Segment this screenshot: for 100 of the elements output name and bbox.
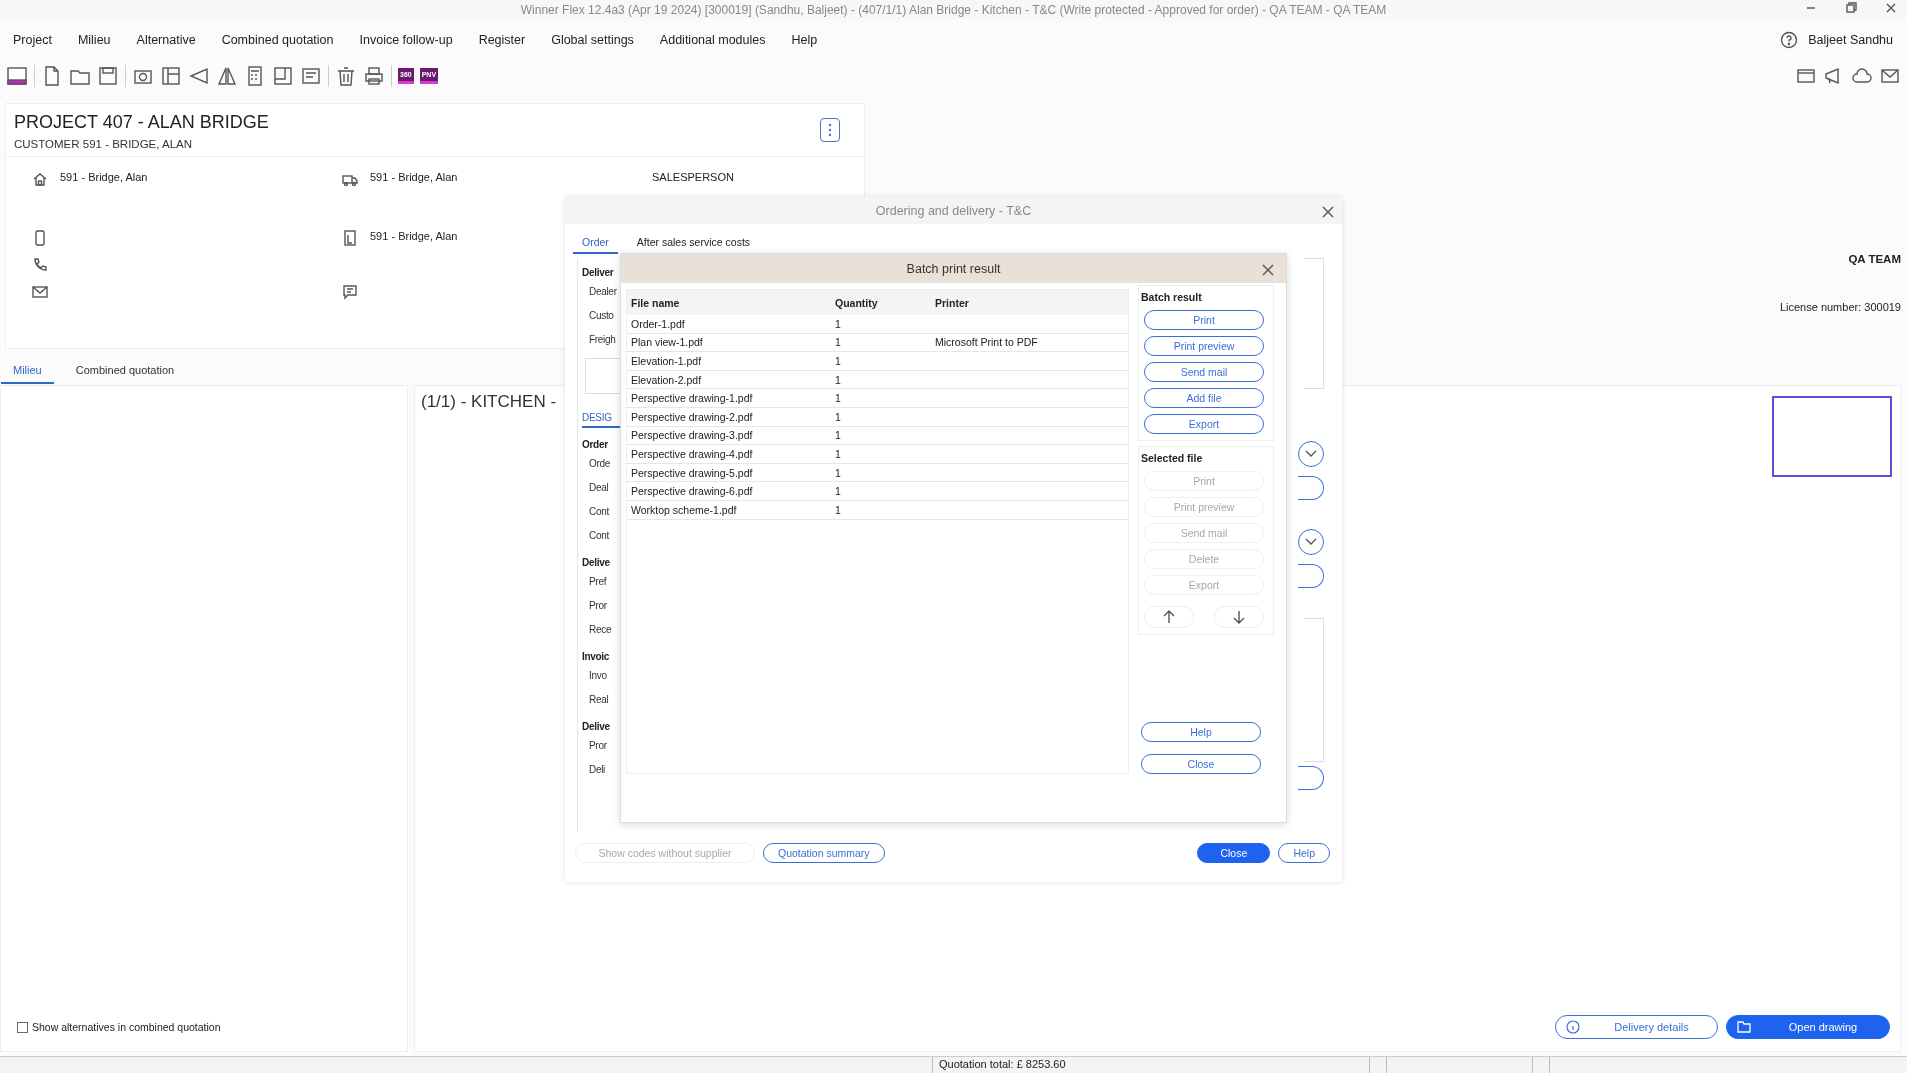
mail-icon (32, 284, 48, 300)
printer-icon[interactable] (363, 65, 385, 87)
section-heading: Invoic (582, 651, 611, 664)
menu-item[interactable]: Project (6, 28, 59, 51)
table-cell-text: Perspective drawing-2.pdf (631, 410, 754, 423)
save-icon[interactable] (97, 65, 119, 87)
table-cell-text: 1 (835, 355, 842, 367)
more-button[interactable] (820, 118, 840, 142)
table-cell-text: 1 (835, 410, 842, 423)
field-label: Custo (589, 310, 615, 323)
move-up-button[interactable] (1144, 606, 1194, 628)
table-cell-text: Microsoft Print to PDF (935, 336, 1039, 349)
note-icon[interactable] (300, 65, 322, 87)
field-label: Orde (589, 458, 612, 471)
table-cell-text: Perspective drawing-6.pdf (631, 485, 754, 498)
license-number: License number: 300019 (1779, 301, 1901, 313)
dialog-button[interactable]: Export (1144, 414, 1264, 434)
field-label: Real (589, 694, 610, 707)
panel-icon[interactable] (272, 65, 294, 87)
menu-item[interactable]: Global settings (544, 28, 641, 51)
tab[interactable]: Combined quotation (63, 361, 187, 384)
table-cell-text: Perspective drawing-4.pdf (631, 447, 754, 460)
window-icon[interactable] (6, 65, 28, 87)
chat-icon (342, 284, 358, 300)
menu-item[interactable]: Milieu (70, 28, 118, 51)
folder-icon (1737, 1021, 1751, 1033)
dialog-button[interactable]: Close (1197, 843, 1271, 863)
table-cell-text: 1 (835, 336, 842, 349)
field-label: Dealer (589, 286, 618, 299)
close-icon[interactable] (1322, 206, 1334, 218)
chevron-down-icon (1305, 538, 1317, 546)
close-icon[interactable] (1262, 264, 1274, 276)
column-header: Printer (935, 296, 970, 309)
field-label: Pref (589, 576, 608, 589)
arrow-down-icon (1233, 610, 1245, 624)
home-address: 591 - Bridge, Alan (60, 171, 148, 183)
table-cell-text: 1 (835, 447, 842, 460)
table-cell-text: 1 (835, 466, 842, 479)
column-header: File name (631, 296, 681, 309)
dialog-title: Batch print result (906, 261, 1001, 276)
menu-item[interactable]: Register (471, 28, 533, 51)
table-cell-text: Worktop scheme-1.pdf (631, 503, 738, 516)
dialog-title: Ordering and delivery - T&C (875, 203, 1032, 218)
arrow-up-icon (1163, 610, 1175, 624)
phone-icon (32, 257, 48, 273)
layout-icon[interactable] (160, 65, 182, 87)
field-label: Deli (589, 764, 607, 777)
dialog-button[interactable]: Close (1141, 754, 1261, 774)
table-cell-text: 1 (835, 429, 842, 442)
field-label: Cont (589, 530, 610, 543)
table-cell-text: Elevation-1.pdf (631, 355, 703, 367)
table-cell-text: Perspective drawing-1.pdf (631, 392, 754, 405)
menu-item[interactable]: Combined quotation (214, 28, 341, 51)
customer-name: CUSTOMER 591 - BRIDGE, ALAN (14, 138, 194, 150)
tab[interactable]: Order (573, 233, 618, 254)
table-cell-text: 1 (835, 392, 842, 405)
table-cell-text: Plan view-1.pdf (631, 336, 704, 349)
salesperson-label: SALESPERSON (652, 171, 734, 183)
dialog-button[interactable]: Print preview (1144, 336, 1264, 356)
user-name[interactable]: Baljeet Sandhu (1808, 32, 1893, 47)
table-cell-text: 1 (835, 373, 842, 386)
field-label: Pror (589, 600, 608, 613)
open-drawing-button[interactable]: Open drawing (1726, 1015, 1890, 1039)
menu-item[interactable]: Alternative (129, 28, 203, 51)
group-title: Selected file (1141, 452, 1204, 464)
dialog-button[interactable]: Print (1144, 310, 1264, 330)
close-icon[interactable] (1885, 2, 1897, 14)
maximize-icon[interactable] (1845, 2, 1857, 14)
column-header: Quantity (835, 296, 879, 309)
move-down-button[interactable] (1214, 606, 1264, 628)
checkbox[interactable] (17, 1021, 28, 1033)
menu-item[interactable]: Invoice follow-up (352, 28, 460, 51)
dialog-button[interactable]: Send mail (1144, 362, 1264, 382)
project-title: PROJECT 407 - ALAN BRIDGE (14, 112, 269, 133)
field-label: Freigh (589, 334, 617, 347)
table-cell-text: 1 (835, 503, 842, 516)
tab[interactable]: After sales service costs (627, 233, 760, 254)
dialog-button[interactable]: Help (1141, 722, 1261, 742)
trash-icon[interactable] (335, 65, 357, 87)
kebab-icon (828, 123, 832, 137)
quotation-total: Quotation total: £ 8253.60 (933, 1057, 1370, 1073)
field-label: Invo (589, 670, 608, 683)
delivery-address: 591 - Bridge, Alan (370, 171, 458, 183)
section-heading: Deliver (582, 267, 615, 280)
invoice-address: 591 - Bridge, Alan (370, 230, 458, 242)
alternative-title: (1/1) - KITCHEN - (421, 392, 557, 412)
table-cell-text: 1 (835, 317, 842, 330)
table-cell-text: Order-1.pdf (631, 317, 686, 330)
help-icon[interactable] (1780, 30, 1799, 49)
menu-item[interactable]: Help (784, 28, 825, 51)
mirror-icon[interactable] (216, 65, 238, 87)
delivery-details-button[interactable]: Delivery details (1555, 1015, 1718, 1039)
dialog-button[interactable]: Add file (1144, 388, 1264, 408)
dialog-button[interactable]: Help (1278, 843, 1330, 863)
home-icon (32, 171, 48, 187)
checkbox-label[interactable]: Show alternatives in combined quotation (32, 1021, 221, 1033)
dialog-button[interactable]: Quotation summary (763, 843, 885, 863)
chevron-down-icon (1305, 450, 1317, 458)
info-icon (1566, 1020, 1580, 1034)
menu-item[interactable]: Additional modules (652, 28, 773, 51)
